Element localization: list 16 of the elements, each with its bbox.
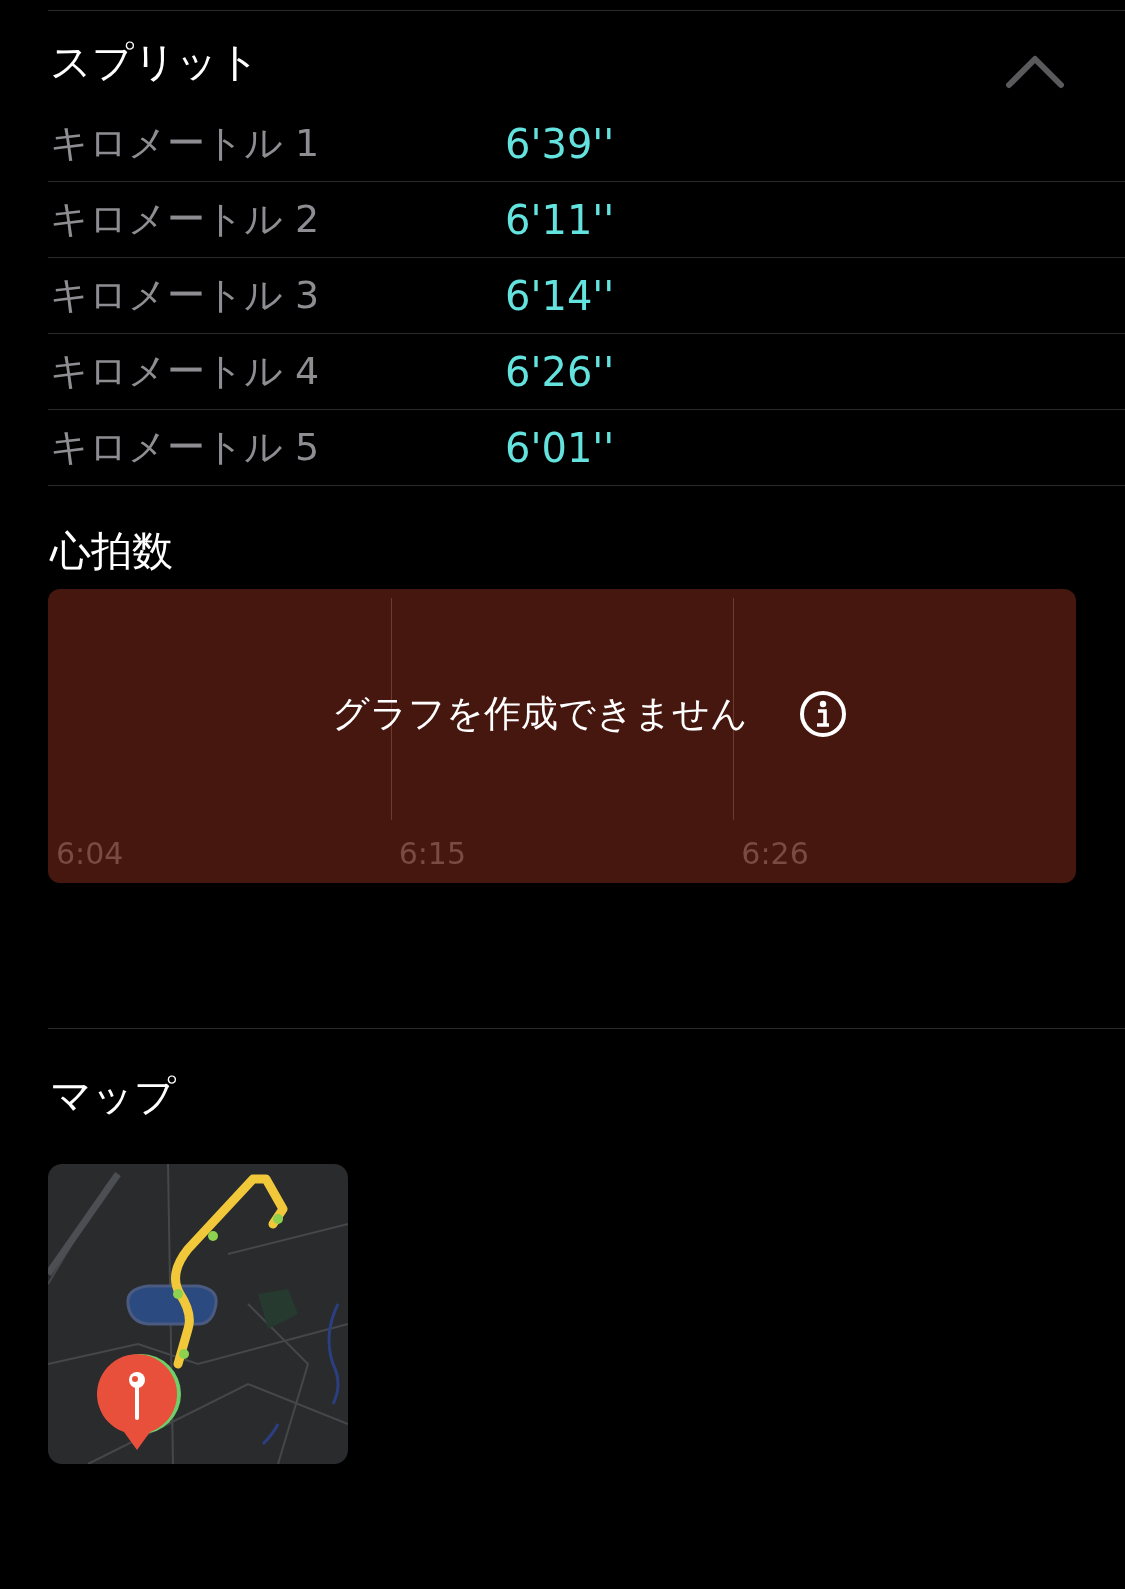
split-pace: 6'26'' [505,348,615,395]
split-label: キロメートル 2 [49,196,321,243]
map-pin-icon [96,1352,182,1452]
split-pace: 6'39'' [505,120,615,167]
split-pace: 6'01'' [505,424,615,471]
split-pace: 6'11'' [505,196,615,243]
split-label: キロメートル 3 [49,272,321,319]
section-title: マップ [50,1071,177,1122]
section-title: 心拍数 [50,526,174,577]
error-message: グラフを作成できません [331,691,748,737]
info-icon[interactable] [797,689,848,739]
section-title: スプリット [50,37,260,88]
split-label: キロメートル 5 [49,424,321,471]
split-label: キロメートル 4 [49,348,321,395]
split-label: キロメートル 1 [49,120,321,167]
split-pace: 6'14'' [505,272,615,319]
